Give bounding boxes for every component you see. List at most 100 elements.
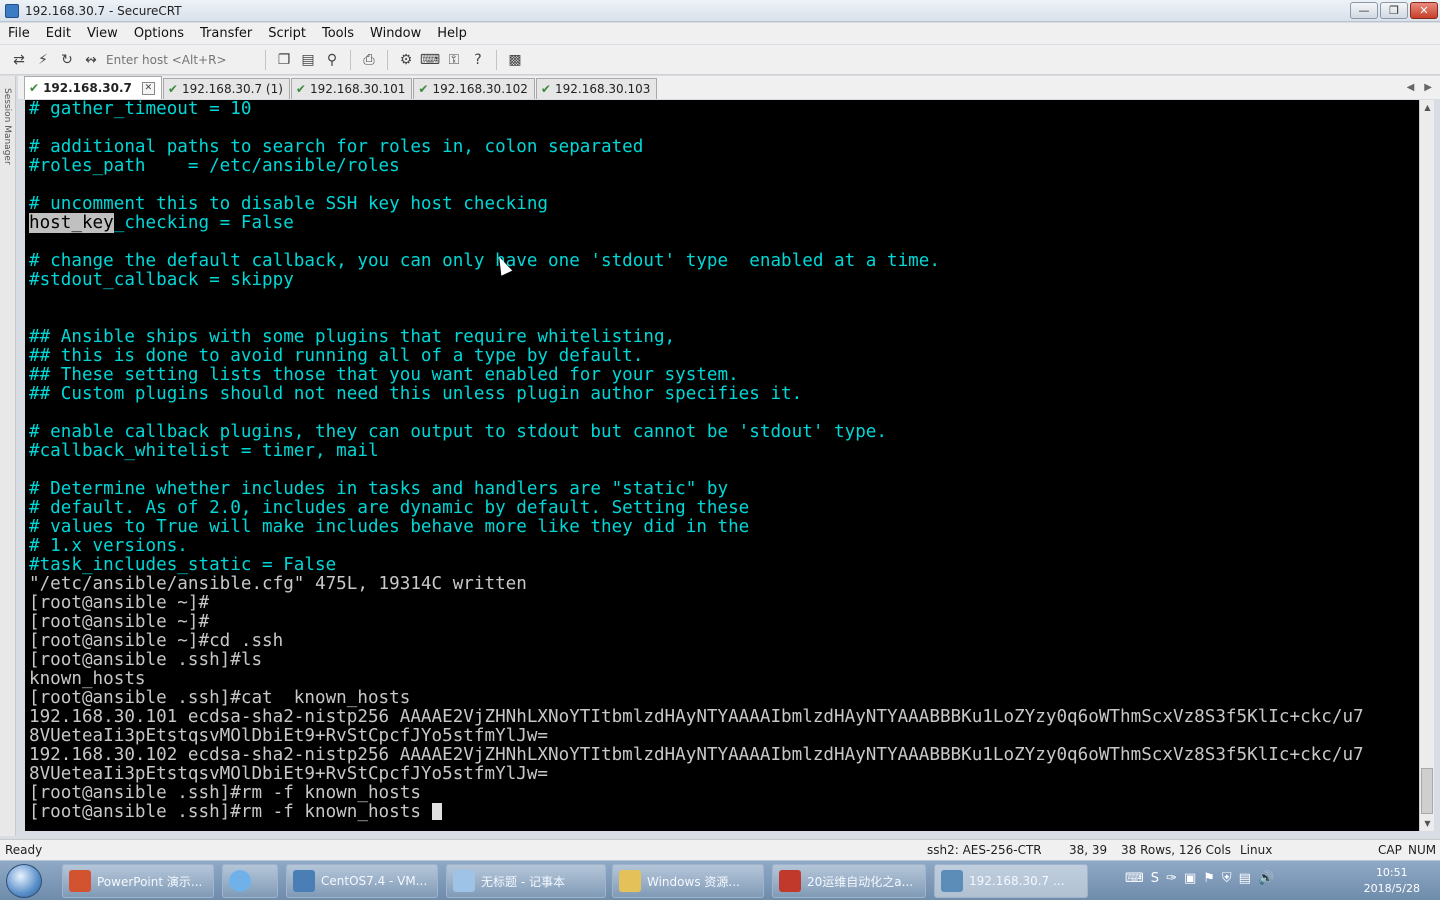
status-ready: Ready <box>5 843 43 857</box>
copy-icon[interactable]: ❐ <box>275 51 293 69</box>
tab-session-2[interactable]: ✔ 192.168.30.7 (1) <box>162 78 290 99</box>
maximize-button[interactable]: ❐ <box>1380 2 1408 19</box>
taskbar-clock[interactable]: 10:51 2018/5/28 <box>1364 865 1420 897</box>
taskbar-item-label: Windows 资源... <box>647 874 740 889</box>
taskbar-item-label: 20运维自动化之a... <box>807 874 914 889</box>
terminal-line: [root@ansible ~]#cd .ssh <box>29 631 284 651</box>
connected-check-icon: ✔ <box>418 82 429 96</box>
status-bar: Ready ssh2: AES-256-CTR 38, 39 38 Rows, … <box>0 839 1440 860</box>
taskbar-item-powerpoint[interactable]: PowerPoint 演示... <box>62 864 214 898</box>
toolbar: ⇄ ⚡ ↻ ↭ ❐ ▤ ⚲ ⎙ ⚙ ⌨ ⚿ ? ▩ <box>0 45 1440 75</box>
shield-icon[interactable]: ⛨ <box>1222 871 1232 886</box>
tab-session-1[interactable]: ✔ 192.168.30.7 ✕ <box>24 76 162 99</box>
terminal-line: 192.168.30.102 ecdsa-sha2-nistp256 AAAAE… <box>29 745 1364 765</box>
start-button[interactable] <box>6 864 42 898</box>
terminal-line: 8VUeteaIi3pEtstqsvMOlDbiEt9+RvStCpcfJYo5… <box>29 726 549 746</box>
taskbar-item-pdf[interactable]: 20运维自动化之a... <box>772 864 926 898</box>
taskbar-item-label: 无标题 - 记事本 <box>481 874 565 889</box>
enter-host-input[interactable] <box>106 50 256 69</box>
window-controls: — ❐ ✕ <box>1350 2 1438 19</box>
input-method-icon[interactable]: S <box>1151 871 1159 886</box>
status-cursor-position: 38, 39 <box>1069 843 1108 857</box>
toolbar-separator <box>265 49 266 70</box>
menu-options[interactable]: Options <box>134 26 184 41</box>
taskbar-item-vmware[interactable]: CentOS7.4 - VM... <box>286 864 438 898</box>
menu-edit[interactable]: Edit <box>46 26 71 41</box>
tab-session-4[interactable]: ✔ 192.168.30.102 <box>413 78 535 99</box>
terminal-line: # change the default callback, you can o… <box>29 251 940 271</box>
close-button[interactable]: ✕ <box>1410 2 1438 19</box>
menu-tools[interactable]: Tools <box>322 26 354 41</box>
status-os: Linux <box>1240 843 1273 857</box>
connected-check-icon: ✔ <box>29 81 40 95</box>
disconnect-icon[interactable]: ↭ <box>82 51 100 69</box>
reconnect-icon[interactable]: ↻ <box>58 51 76 69</box>
toolbar-separator <box>496 49 497 70</box>
taskbar-item-securecrt[interactable]: 192.168.30.7 ... <box>934 864 1088 898</box>
paste-icon[interactable]: ▤ <box>299 51 317 69</box>
minimize-button[interactable]: — <box>1350 2 1378 19</box>
key-icon[interactable]: ⚿ <box>445 51 463 69</box>
tab-label: 192.168.30.103 <box>554 82 651 96</box>
securecrt-app-icon <box>5 3 19 18</box>
terminal-line: # values to True will make includes beha… <box>29 517 750 537</box>
session-manager-strip[interactable]: Session Manager <box>0 76 16 836</box>
terminal-line: ## Ansible ships with some plugins that … <box>29 327 676 347</box>
app-tray-icon[interactable]: ▣ <box>1184 871 1196 886</box>
terminal-scrollbar[interactable]: ▲ ▼ <box>1419 100 1434 831</box>
scrollbar-thumb[interactable] <box>1421 768 1433 814</box>
securecrt-icon <box>941 870 963 892</box>
tab-scroll-right-icon[interactable]: ▶ <box>1424 82 1432 93</box>
find-icon[interactable]: ⚲ <box>323 51 341 69</box>
terminal-output[interactable]: # gather_timeout = 10 # additional paths … <box>25 100 1419 831</box>
volume-icon[interactable]: 🔊 <box>1258 871 1274 886</box>
network-icon[interactable]: ▤ <box>1239 871 1251 886</box>
system-tray: ⌨ S ✑ ▣ ⚑ ⛨ ▤ 🔊 <box>1125 871 1274 886</box>
keymap-icon[interactable]: ⌨ <box>420 51 440 69</box>
tab-scroll-left-icon[interactable]: ◀ <box>1407 82 1415 93</box>
vmware-icon <box>293 870 315 892</box>
clock-date: 2018/5/28 <box>1363 882 1420 895</box>
connected-check-icon: ✔ <box>167 82 178 96</box>
terminal-line: #roles_path = /etc/ansible/roles <box>29 156 400 176</box>
quick-connect-icon[interactable]: ⚡ <box>34 51 52 69</box>
taskbar-item-label: PowerPoint 演示... <box>97 874 203 889</box>
terminal-line: ## These setting lists those that you wa… <box>29 365 739 385</box>
taskbar-item-label: 192.168.30.7 ... <box>969 874 1065 888</box>
keyboard-icon[interactable]: ⌨ <box>1125 871 1144 886</box>
tab-session-3[interactable]: ✔ 192.168.30.101 <box>290 78 413 99</box>
sftp-icon[interactable]: ▩ <box>506 51 524 69</box>
terminal-line: # gather_timeout = 10 <box>29 100 252 119</box>
terminal-line: # additional paths to search for roles i… <box>29 137 644 157</box>
pdf-icon <box>779 870 801 892</box>
toolbar-separator <box>350 49 351 70</box>
connect-bar-icon[interactable]: ⇄ <box>10 51 28 69</box>
menu-script[interactable]: Script <box>268 26 306 41</box>
menu-window[interactable]: Window <box>370 26 421 41</box>
status-terminal-size: 38 Rows, 126 Cols <box>1121 843 1231 857</box>
taskbar-item-notepad[interactable]: 无标题 - 记事本 <box>446 864 606 898</box>
taskbar-item-browser[interactable] <box>222 864 278 898</box>
terminal-line: # default. As of 2.0, includes are dynam… <box>29 498 750 518</box>
tab-label: 192.168.30.102 <box>432 82 528 96</box>
help-icon[interactable]: ? <box>469 51 487 69</box>
flag-icon[interactable]: ⚑ <box>1203 871 1215 886</box>
scroll-down-icon[interactable]: ▼ <box>1420 816 1435 831</box>
pen-icon[interactable]: ✑ <box>1166 871 1177 886</box>
tab-session-5[interactable]: ✔ 192.168.30.103 <box>535 78 658 99</box>
terminal-line: [root@ansible .ssh]#cat known_hosts <box>29 688 411 708</box>
terminal-line: ## Custom plugins should not need this u… <box>29 384 803 404</box>
settings-gear-icon[interactable]: ⚙ <box>397 51 415 69</box>
menu-file[interactable]: File <box>8 26 30 41</box>
print-icon[interactable]: ⎙ <box>360 51 378 69</box>
menu-transfer[interactable]: Transfer <box>200 26 252 41</box>
taskbar-item-explorer[interactable]: Windows 资源... <box>612 864 764 898</box>
close-tab-icon[interactable]: ✕ <box>141 81 155 95</box>
menu-view[interactable]: View <box>87 26 118 41</box>
menu-help[interactable]: Help <box>437 26 467 41</box>
scroll-up-icon[interactable]: ▲ <box>1420 100 1435 115</box>
terminal-line: # uncomment this to disable SSH key host… <box>29 194 549 214</box>
